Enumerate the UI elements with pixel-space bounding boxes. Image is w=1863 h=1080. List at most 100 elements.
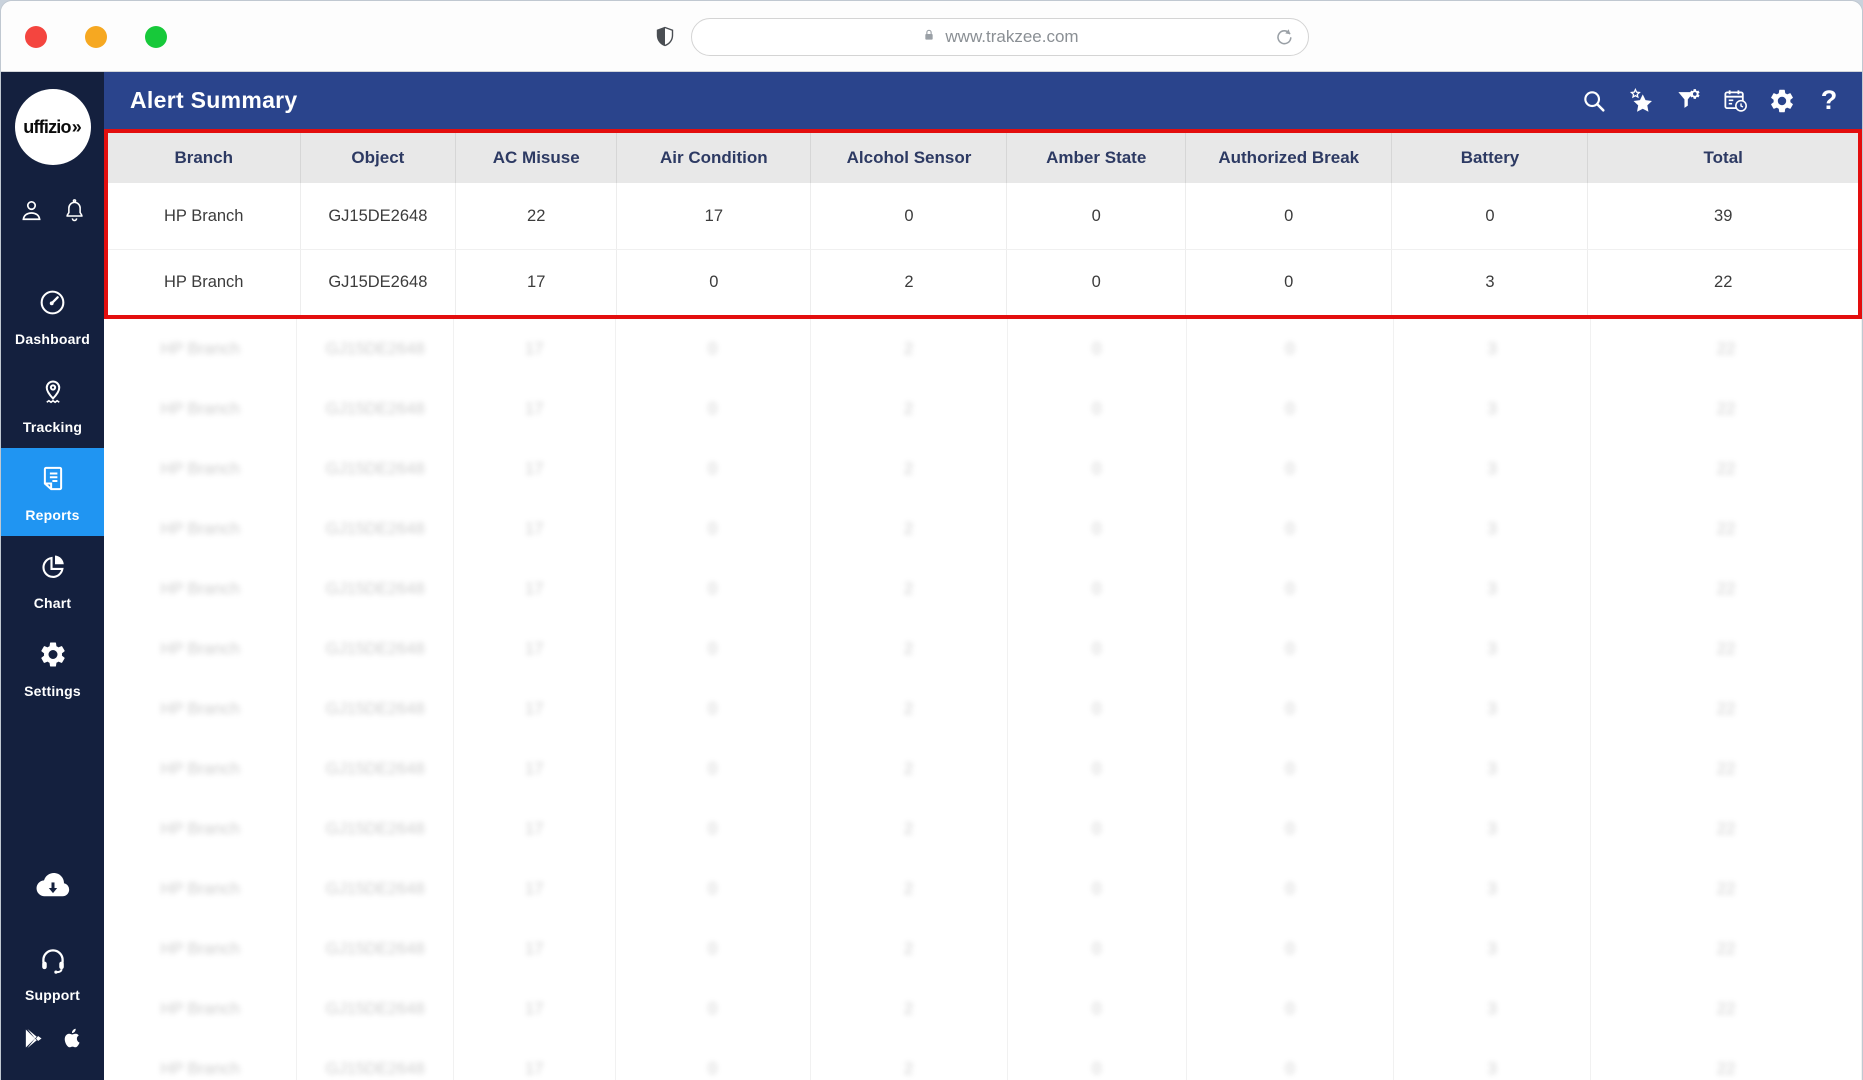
table-cell: 22 xyxy=(1591,379,1862,439)
table-cell: 22 xyxy=(1591,319,1862,379)
settings-gear-icon[interactable] xyxy=(1765,84,1799,118)
table-cell: HP Branch xyxy=(104,859,298,919)
table-cell: 22 xyxy=(1591,559,1862,619)
table-cell: 0 xyxy=(1008,919,1187,979)
table-cell: 0 xyxy=(1008,1039,1187,1080)
sidebar-item-label: Reports xyxy=(25,507,80,523)
close-window-button[interactable] xyxy=(25,26,47,48)
table-cell: 0 xyxy=(1008,679,1187,739)
table-cell: 3 xyxy=(1394,679,1592,739)
column-header[interactable]: Total xyxy=(1588,133,1858,183)
table-cell: 0 xyxy=(1187,319,1395,379)
table-cell: 2 xyxy=(811,379,1008,439)
sidebar-item-reports[interactable]: Reports xyxy=(1,448,104,536)
table-cell: GJ15DE2648 xyxy=(297,379,454,439)
table-cell: GJ15DE2648 xyxy=(297,799,454,859)
sidebar-item-label: Dashboard xyxy=(15,331,90,347)
table-cell: 17 xyxy=(454,379,616,439)
sidebar: uffizio» Dashboard Tracking Reports Char… xyxy=(1,72,104,1080)
table-cell: HP Branch xyxy=(104,679,298,739)
table-cell: 3 xyxy=(1394,859,1592,919)
sidebar-item-dashboard[interactable]: Dashboard xyxy=(1,272,104,360)
sidebar-item-label: Tracking xyxy=(22,419,83,435)
table-cell: GJ15DE2648 xyxy=(297,979,454,1039)
table-header-row: Branch Object AC Misuse Air Condition Alcoho… xyxy=(108,133,1858,183)
table-cell: 3 xyxy=(1394,979,1592,1039)
table-row: HP Branch GJ15DE2648 17 0 2 0 0 3 22 xyxy=(104,979,1862,1039)
column-header[interactable]: AC Misuse xyxy=(456,133,618,183)
search-icon[interactable] xyxy=(1577,84,1611,118)
table-cell: 3 xyxy=(1394,439,1592,499)
filter-icon[interactable] xyxy=(1671,84,1705,118)
table-cell: 3 xyxy=(1394,499,1592,559)
table-row: HP Branch GJ15DE2648 22 17 0 0 0 0 39 xyxy=(108,183,1858,249)
sidebar-item-settings[interactable]: Settings xyxy=(1,624,104,712)
table-cell: 17 xyxy=(454,919,616,979)
schedule-calendar-icon[interactable] xyxy=(1718,84,1752,118)
table-cell: 0 xyxy=(1008,379,1187,439)
support-button[interactable]: Support xyxy=(25,944,80,1003)
table-cell: 0 xyxy=(616,439,811,499)
table-cell: 22 xyxy=(1591,979,1862,1039)
shield-icon[interactable] xyxy=(653,24,677,50)
sidebar-item-chart[interactable]: Chart xyxy=(1,536,104,624)
cloud-download-icon[interactable] xyxy=(30,867,76,908)
help-icon[interactable]: ? xyxy=(1812,84,1846,118)
table-cell: 3 xyxy=(1394,619,1592,679)
notifications-bell-icon[interactable] xyxy=(62,197,87,224)
table-cell: 0 xyxy=(1008,319,1187,379)
maximize-window-button[interactable] xyxy=(145,26,167,48)
url-bar[interactable]: www.trakzee.com xyxy=(691,18,1309,56)
column-header[interactable]: Object xyxy=(301,133,457,183)
settings-gear-icon xyxy=(38,639,68,675)
column-header[interactable]: Authorized Break xyxy=(1186,133,1393,183)
sidebar-item-tracking[interactable]: Tracking xyxy=(1,360,104,448)
table-cell: HP Branch xyxy=(104,499,298,559)
table-cell: HP Branch xyxy=(104,379,298,439)
minimize-window-button[interactable] xyxy=(85,26,107,48)
table-cell: GJ15DE2648 xyxy=(297,499,454,559)
table-cell: 17 xyxy=(454,559,616,619)
favorites-star-icon[interactable] xyxy=(1624,84,1658,118)
table-cell: 17 xyxy=(454,319,616,379)
table-cell: 0 xyxy=(1008,979,1187,1039)
table-row: HP Branch GJ15DE2648 17 0 2 0 0 3 22 xyxy=(104,379,1862,439)
table-cell: HP Branch xyxy=(104,739,298,799)
table-cell: 0 xyxy=(616,739,811,799)
table-cell: 17 xyxy=(454,739,616,799)
table-cell: 0 xyxy=(1187,619,1395,679)
column-header[interactable]: Branch xyxy=(108,133,301,183)
table-cell: 22 xyxy=(1591,799,1862,859)
table-cell: 0 xyxy=(616,379,811,439)
column-header[interactable]: Alcohol Sensor xyxy=(811,133,1008,183)
table-cell: 2 xyxy=(811,559,1008,619)
table-row: HP Branch GJ15DE2648 17 0 2 0 0 3 22 xyxy=(104,1039,1862,1080)
table-cell: 2 xyxy=(811,250,1008,315)
column-header[interactable]: Battery xyxy=(1392,133,1589,183)
table-cell: GJ15DE2648 xyxy=(297,679,454,739)
table-cell: 39 xyxy=(1714,206,1733,225)
table-cell: GJ15DE2648 xyxy=(297,559,454,619)
table-cell: 0 xyxy=(1008,799,1187,859)
apple-icon[interactable] xyxy=(60,1025,84,1056)
table-cell: 0 xyxy=(616,1039,811,1080)
column-header[interactable]: Amber State xyxy=(1007,133,1186,183)
table-cell: GJ15DE2648 xyxy=(297,1039,454,1080)
table-cell: 0 xyxy=(1008,499,1187,559)
google-play-icon[interactable] xyxy=(22,1027,45,1055)
table-cell: HP Branch xyxy=(104,619,298,679)
headset-icon xyxy=(37,944,69,981)
user-icon[interactable] xyxy=(18,197,45,224)
table-row: HP Branch GJ15DE2648 17 0 2 0 0 3 22 xyxy=(104,919,1862,979)
table-cell: 0 xyxy=(1187,679,1395,739)
reload-icon[interactable] xyxy=(1273,26,1295,48)
table-cell: 2 xyxy=(811,979,1008,1039)
table-cell: 17 xyxy=(454,799,616,859)
table-cell: 3 xyxy=(1394,379,1592,439)
table-cell: 3 xyxy=(1394,739,1592,799)
table-cell: 0 xyxy=(1187,439,1395,499)
alert-summary-table: Branch Object AC Misuse Air Condition Alcoho… xyxy=(104,129,1862,1080)
column-header[interactable]: Air Condition xyxy=(617,133,812,183)
table-cell: HP Branch xyxy=(108,250,301,315)
table-cell: 0 xyxy=(1187,499,1395,559)
